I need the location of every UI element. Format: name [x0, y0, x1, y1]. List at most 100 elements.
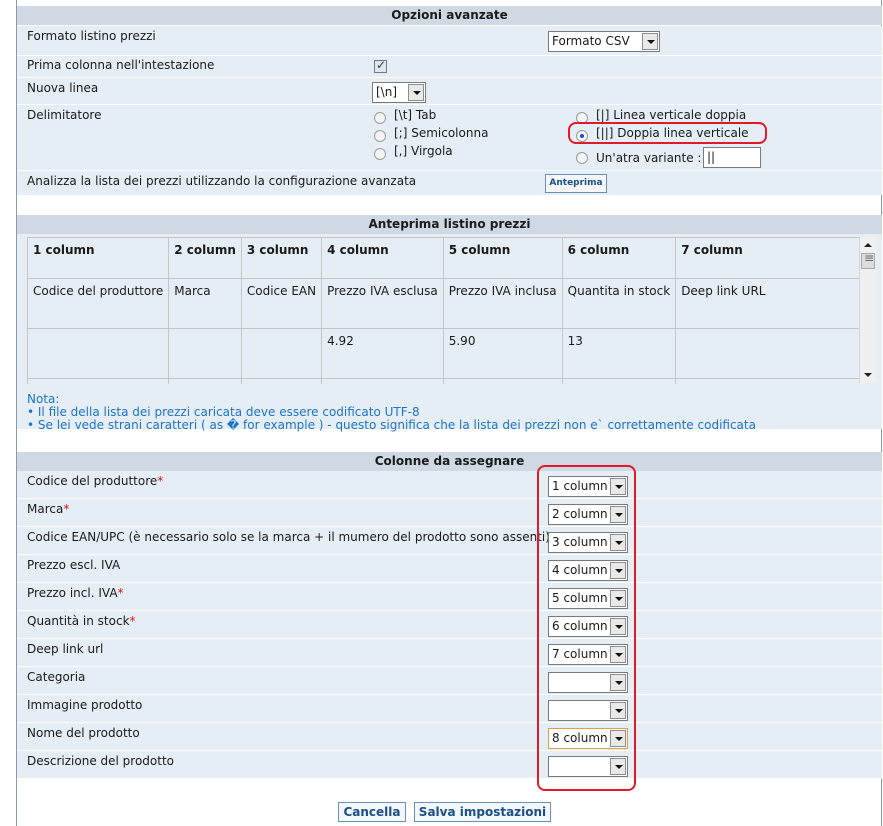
preview-cell	[240, 378, 323, 384]
assign-field-label: Nome del prodotto	[27, 726, 140, 740]
delimiter-double-pipe-radio[interactable]	[576, 130, 588, 142]
chevron-down-icon	[610, 562, 626, 579]
preview-cell: 4.92	[321, 328, 444, 379]
column-select[interactable]: 8 column	[548, 728, 628, 749]
newline-row: Nuova linea [\n]	[17, 78, 882, 105]
newline-select-value: [\n]	[376, 85, 398, 99]
preview-cell	[240, 328, 323, 379]
chevron-down-icon	[610, 758, 626, 775]
column-select[interactable]: 1 column	[548, 476, 628, 497]
preview-cell: 10.42	[321, 378, 444, 384]
delimiter-other-radio[interactable]	[576, 152, 588, 164]
preview-cell: Marca	[168, 278, 242, 329]
column-select-value: 8 column	[552, 731, 608, 745]
required-mark: *	[157, 474, 164, 488]
format-select[interactable]: Formato CSV	[548, 31, 660, 52]
delimiter-semicolon-label: [;] Semicolonna	[394, 126, 489, 140]
delimiter-tab-radio[interactable]	[374, 112, 386, 124]
preview-column-header: 5 column	[442, 237, 563, 279]
assign-row: Deep link url 7 column	[17, 639, 882, 667]
preview-column-header: 1 column	[27, 237, 170, 279]
newline-label: Nuova linea	[27, 81, 99, 95]
preview-button[interactable]: Anteprima	[545, 174, 607, 193]
scroll-thumb[interactable]	[861, 251, 875, 269]
assign-field-text: Deep link url	[27, 642, 104, 656]
assign-field-label: Marca*	[27, 502, 69, 516]
assign-field-text: Marca	[27, 502, 64, 516]
assign-row: Codice del produttore* 1 column	[17, 471, 882, 499]
column-select-value: 6 column	[552, 619, 608, 633]
column-select[interactable]: 6 column	[548, 616, 628, 637]
column-select-value: 1 column	[552, 479, 608, 493]
column-select[interactable]: 3 column	[548, 532, 628, 553]
column-select[interactable]	[548, 700, 628, 721]
newline-select[interactable]: [\n]	[372, 82, 426, 103]
delimiter-other-input[interactable]: ||	[703, 147, 761, 168]
scroll-down-icon[interactable]	[860, 367, 876, 383]
assign-field-text: Nome del prodotto	[27, 726, 140, 740]
delimiter-comma-label: [,] Virgola	[394, 144, 453, 158]
chevron-down-icon	[610, 478, 626, 495]
assign-field-text: Immagine prodotto	[27, 698, 143, 712]
preview-row: ROEMEL 10.4211.000http://www.example.com/…	[27, 378, 876, 384]
column-select[interactable]	[548, 672, 628, 693]
chevron-down-icon	[610, 674, 626, 691]
preview-cell: Prezzo IVA inclusa	[442, 278, 563, 329]
chevron-down-icon	[610, 730, 626, 747]
preview-table-viewport[interactable]: 1 column 2 column 3 column 4 column 5 column…	[27, 237, 876, 384]
delimiter-tab-label: [\t] Tab	[394, 108, 437, 122]
preview-cell	[27, 378, 170, 384]
preview-table: 1 column 2 column 3 column 4 column 5 column…	[27, 237, 876, 384]
column-select[interactable]: 7 column	[548, 644, 628, 665]
assign-row: Quantità in stock* 6 column	[17, 611, 882, 639]
analyze-row: Analizza la lista dei prezzi utilizzando…	[17, 171, 882, 195]
chevron-down-icon	[408, 84, 424, 101]
delimiter-comma-radio[interactable]	[374, 148, 386, 160]
assign-row: Descrizione del prodotto	[17, 751, 882, 779]
cancel-button[interactable]: Cancella	[338, 802, 406, 822]
assign-field-text: Categoria	[27, 670, 86, 684]
column-select-value: 7 column	[552, 647, 608, 661]
assign-row: Codice EAN/UPC (è necessario solo se la …	[17, 527, 882, 555]
preview-header-row: 1 column 2 column 3 column 4 column 5 column…	[27, 237, 876, 279]
delimiter-semicolon-radio[interactable]	[374, 130, 386, 142]
column-select[interactable]: 5 column	[548, 588, 628, 609]
assign-columns-header: Colonne da assegnare	[17, 452, 882, 471]
column-select[interactable]	[548, 756, 628, 777]
chevron-down-icon	[610, 506, 626, 523]
chevron-down-icon	[610, 646, 626, 663]
advanced-options-header: Opzioni avanzate	[17, 6, 882, 25]
column-select[interactable]: 4 column	[548, 560, 628, 581]
chevron-down-icon	[610, 534, 626, 551]
preview-cell	[675, 328, 876, 379]
preview-scrollbar[interactable]	[859, 237, 876, 383]
preview-column-header: 7 column	[675, 237, 876, 279]
column-select[interactable]: 2 column	[548, 504, 628, 525]
preview-cell: http://www.example.com/default.aspx	[675, 378, 876, 384]
assign-row: Nome del prodotto 8 column	[17, 723, 882, 751]
delimiter-label: Delimitatore	[27, 108, 102, 122]
format-label: Formato listino prezzi	[27, 29, 156, 43]
preview-row: Codice del produttore Marca Codice EAN Prez…	[27, 278, 876, 329]
delimiter-other-label: Un'atra variante :	[596, 151, 702, 165]
delimiter-pipe-radio[interactable]	[576, 112, 588, 124]
assign-field-label: Quantità in stock*	[27, 614, 136, 628]
delimiter-double-pipe-label: [||] Doppia linea verticale	[596, 126, 749, 140]
preview-cell: Prezzo IVA esclusa	[321, 278, 444, 329]
assign-row: Prezzo incl. IVA* 5 column	[17, 583, 882, 611]
preview-cell: Codice EAN	[240, 278, 323, 329]
save-button[interactable]: Salva impostazioni	[414, 802, 551, 822]
note-utf8: • Il file della lista dei prezzi caricat…	[27, 405, 420, 419]
preview-row: 4.925.9013'	[27, 328, 876, 379]
first-column-checkbox[interactable]	[374, 58, 387, 73]
first-column-label: Prima colonna nell'intestazione	[27, 58, 215, 72]
column-select-value: 3 column	[552, 535, 608, 549]
preview-cell: Deep link URL	[675, 278, 876, 329]
assign-field-label: Prezzo escl. IVA	[27, 558, 120, 572]
assign-row: Immagine prodotto	[17, 695, 882, 723]
assign-field-text: Codice EAN/UPC (è necessario solo se la …	[27, 530, 550, 544]
delimiter-row: Delimitatore [\t] Tab [;] Semicolonna [,…	[17, 105, 882, 171]
assign-field-label: Immagine prodotto	[27, 698, 142, 712]
assign-field-text: Quantità in stock	[27, 614, 130, 628]
chevron-down-icon	[642, 33, 658, 50]
